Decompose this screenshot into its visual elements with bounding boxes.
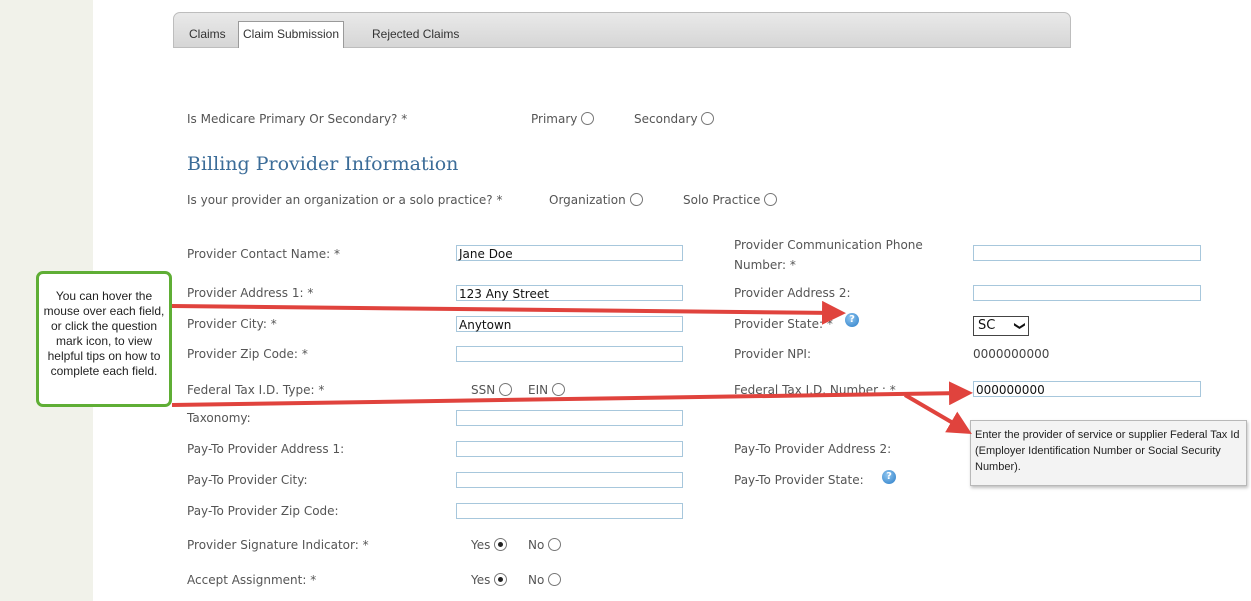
arrow-to-tooltip [903, 393, 972, 435]
arrow-to-state-help [171, 300, 846, 325]
arrow-to-tax-number [171, 381, 973, 407]
annotation-arrows [171, 300, 973, 435]
